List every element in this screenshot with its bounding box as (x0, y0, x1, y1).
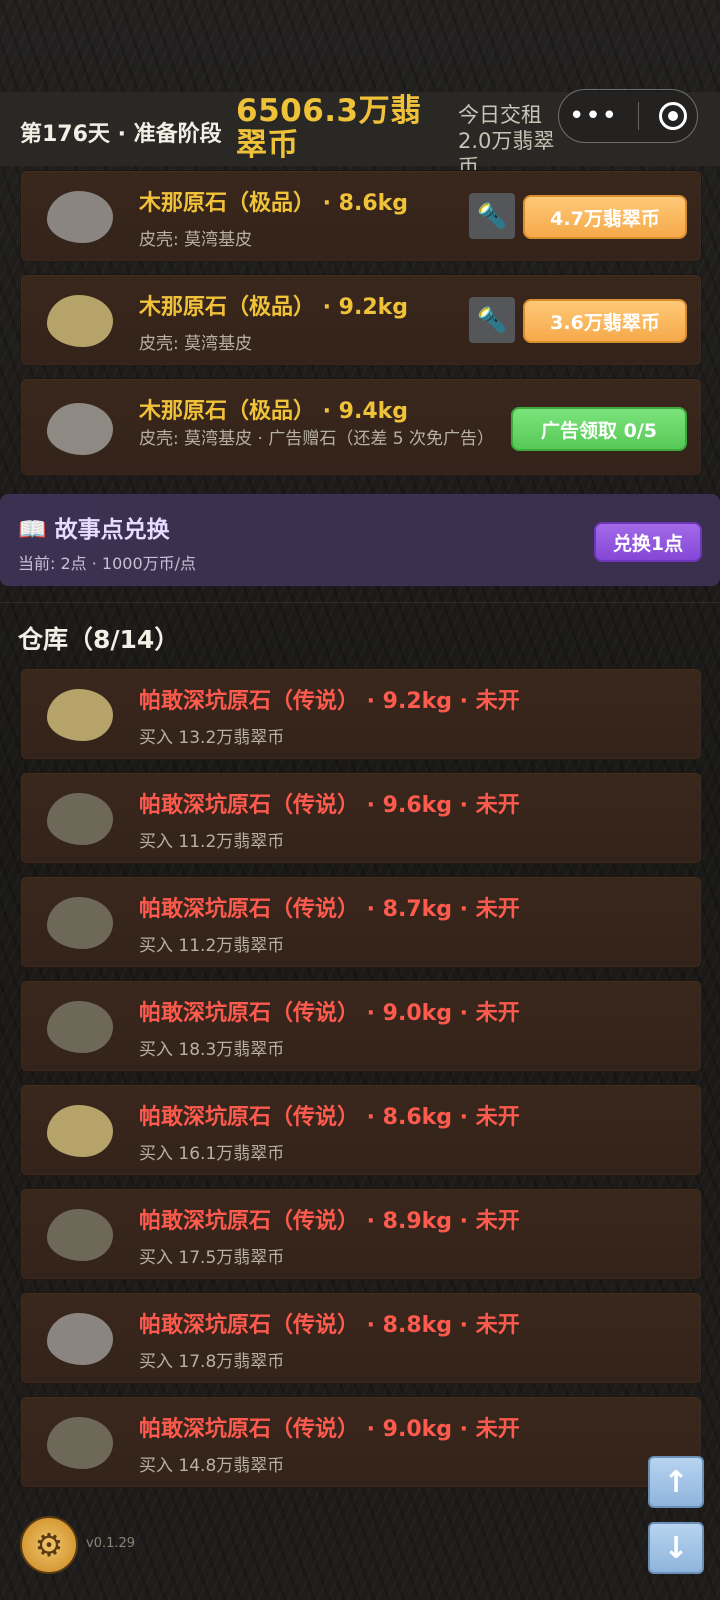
warehouse-item-sub: 买入 14.8万翡翠币 (139, 1456, 285, 1476)
stone-icon (47, 1209, 113, 1261)
warehouse-item-sub: 买入 13.2万翡翠币 (139, 728, 285, 748)
shop-item-title: 木那原石（极品） · 8.6kg (139, 191, 409, 216)
warehouse-item-title: 帕敢深坑原石（传说） · 8.6kg · 未开 (139, 1105, 520, 1130)
stone-icon (47, 1417, 113, 1469)
warehouse-item[interactable]: 帕敢深坑原石（传说） · 8.6kg · 未开 买入 16.1万翡翠币 (20, 1084, 702, 1176)
flashlight-icon[interactable]: 🔦 (469, 193, 515, 239)
stone-icon (47, 191, 113, 243)
stone-icon (47, 1001, 113, 1053)
story-sub: 当前: 2点 · 1000万币/点 (18, 554, 197, 573)
money-balance: 6506.3万翡翠币 (236, 93, 422, 163)
rent-label: 今日交租 2.0万翡翠币 (458, 103, 555, 179)
exchange-button[interactable]: 兑换1点 (594, 522, 702, 562)
stone-icon (47, 1105, 113, 1157)
warehouse-item-title: 帕敢深坑原石（传说） · 8.7kg · 未开 (139, 897, 520, 922)
stone-icon (47, 897, 113, 949)
shop-item-card[interactable]: 木那原石（极品） · 8.6kg 皮壳: 莫湾基皮 🔦 4.7万翡翠币 (20, 170, 702, 262)
ad-claim-button[interactable]: 广告领取 0/5 (511, 407, 687, 451)
shop-item-sub: 皮壳: 莫湾基皮 (139, 334, 253, 354)
scroll-down-button[interactable]: ↓ (648, 1522, 704, 1574)
stone-icon (47, 689, 113, 741)
capsule-divider (637, 102, 639, 130)
story-exchange-panel: 📖 故事点兑换 当前: 2点 · 1000万币/点 兑换1点 (0, 494, 720, 586)
warehouse-item[interactable]: 帕敢深坑原石（传说） · 9.0kg · 未开 买入 14.8万翡翠币 (20, 1396, 702, 1488)
warehouse-item-sub: 买入 16.1万翡翠币 (139, 1144, 285, 1164)
warehouse-item-sub: 买入 11.2万翡翠币 (139, 832, 285, 852)
day-phase-label: 第176天 · 准备阶段 (20, 122, 222, 147)
buy-button[interactable]: 4.7万翡翠币 (523, 195, 687, 239)
warehouse-item-title: 帕敢深坑原石（传说） · 8.8kg · 未开 (139, 1313, 520, 1338)
warehouse-item[interactable]: 帕敢深坑原石（传说） · 8.9kg · 未开 买入 17.5万翡翠币 (20, 1188, 702, 1280)
stone-icon (47, 1313, 113, 1365)
story-title: 📖 故事点兑换 (18, 517, 170, 543)
more-dots-icon[interactable]: ••• (569, 103, 618, 129)
shop-item-sub: 皮壳: 莫湾基皮 · 广告赠石（还差 5 次免广告） (139, 429, 494, 449)
warehouse-item-title: 帕敢深坑原石（传说） · 8.9kg · 未开 (139, 1209, 520, 1234)
warehouse-item-sub: 买入 17.8万翡翠币 (139, 1352, 285, 1372)
warehouse-item[interactable]: 帕敢深坑原石（传说） · 9.0kg · 未开 买入 18.3万翡翠币 (20, 980, 702, 1072)
miniprogram-capsule: ••• (558, 89, 698, 143)
section-divider (0, 602, 720, 603)
shop-item-title: 木那原石（极品） · 9.2kg (139, 295, 409, 320)
shop-item-card[interactable]: 木那原石（极品） · 9.2kg 皮壳: 莫湾基皮 🔦 3.6万翡翠币 (20, 274, 702, 366)
warehouse-item-sub: 买入 17.5万翡翠币 (139, 1248, 285, 1268)
warehouse-item[interactable]: 帕敢深坑原石（传说） · 8.8kg · 未开 买入 17.8万翡翠币 (20, 1292, 702, 1384)
version-label: v0.1.29 (86, 1536, 136, 1551)
shop-item-title: 木那原石（极品） · 9.4kg (139, 399, 409, 424)
buy-button[interactable]: 3.6万翡翠币 (523, 299, 687, 343)
scroll-up-button[interactable]: ↑ (648, 1456, 704, 1508)
warehouse-title: 仓库（8/14） (18, 625, 180, 654)
warehouse-item-sub: 买入 18.3万翡翠币 (139, 1040, 285, 1060)
stone-icon (47, 403, 113, 455)
warehouse-item[interactable]: 帕敢深坑原石（传说） · 9.2kg · 未开 买入 13.2万翡翠币 (20, 668, 702, 760)
warehouse-item[interactable]: 帕敢深坑原石（传说） · 8.7kg · 未开 买入 11.2万翡翠币 (20, 876, 702, 968)
warehouse-item-title: 帕敢深坑原石（传说） · 9.0kg · 未开 (139, 1417, 520, 1442)
shop-item-sub: 皮壳: 莫湾基皮 (139, 230, 253, 250)
settings-gear-icon[interactable]: ⚙ (20, 1516, 78, 1574)
stone-icon (47, 793, 113, 845)
warehouse-item-title: 帕敢深坑原石（传说） · 9.6kg · 未开 (139, 793, 520, 818)
warehouse-item-sub: 买入 11.2万翡翠币 (139, 936, 285, 956)
stone-icon (47, 295, 113, 347)
close-target-icon[interactable] (658, 102, 687, 130)
warehouse-item[interactable]: 帕敢深坑原石（传说） · 9.6kg · 未开 买入 11.2万翡翠币 (20, 772, 702, 864)
shop-item-card[interactable]: 木那原石（极品） · 9.4kg 皮壳: 莫湾基皮 · 广告赠石（还差 5 次免… (20, 378, 702, 476)
warehouse-item-title: 帕敢深坑原石（传说） · 9.2kg · 未开 (139, 689, 520, 714)
warehouse-item-title: 帕敢深坑原石（传说） · 9.0kg · 未开 (139, 1001, 520, 1026)
flashlight-icon[interactable]: 🔦 (469, 297, 515, 343)
